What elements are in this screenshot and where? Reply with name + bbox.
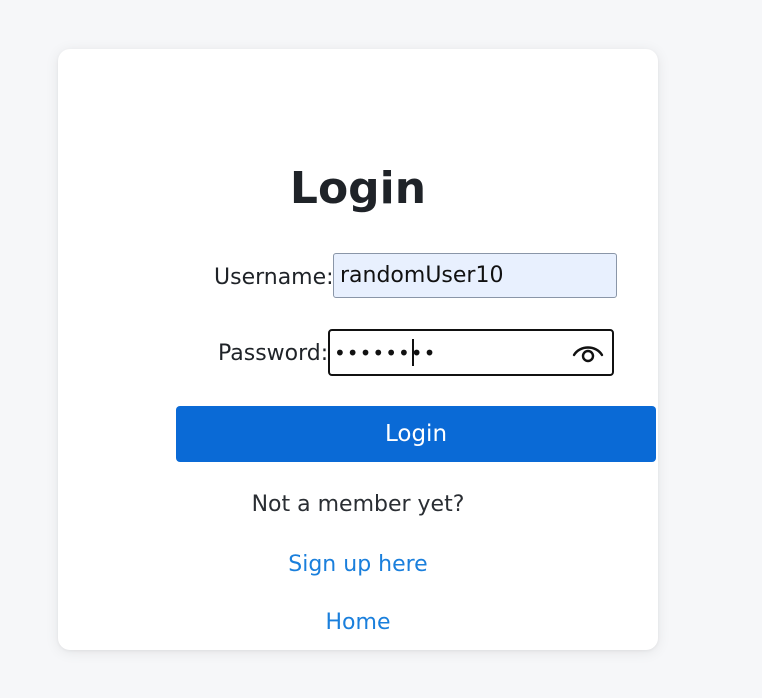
login-card: Login Username: Password: Login Not a me… xyxy=(58,49,658,650)
password-input[interactable] xyxy=(334,331,564,374)
username-input[interactable] xyxy=(333,253,617,298)
page-title: Login xyxy=(289,163,427,214)
username-label: Username: xyxy=(214,265,334,290)
login-button[interactable]: Login xyxy=(176,406,656,462)
signup-link[interactable]: Sign up here xyxy=(58,550,658,580)
text-cursor xyxy=(412,339,414,366)
home-link[interactable]: Home xyxy=(58,608,658,638)
password-field[interactable] xyxy=(328,329,614,376)
not-member-text: Not a member yet? xyxy=(251,492,465,517)
password-label: Password: xyxy=(218,341,329,366)
eye-icon[interactable] xyxy=(572,339,604,367)
